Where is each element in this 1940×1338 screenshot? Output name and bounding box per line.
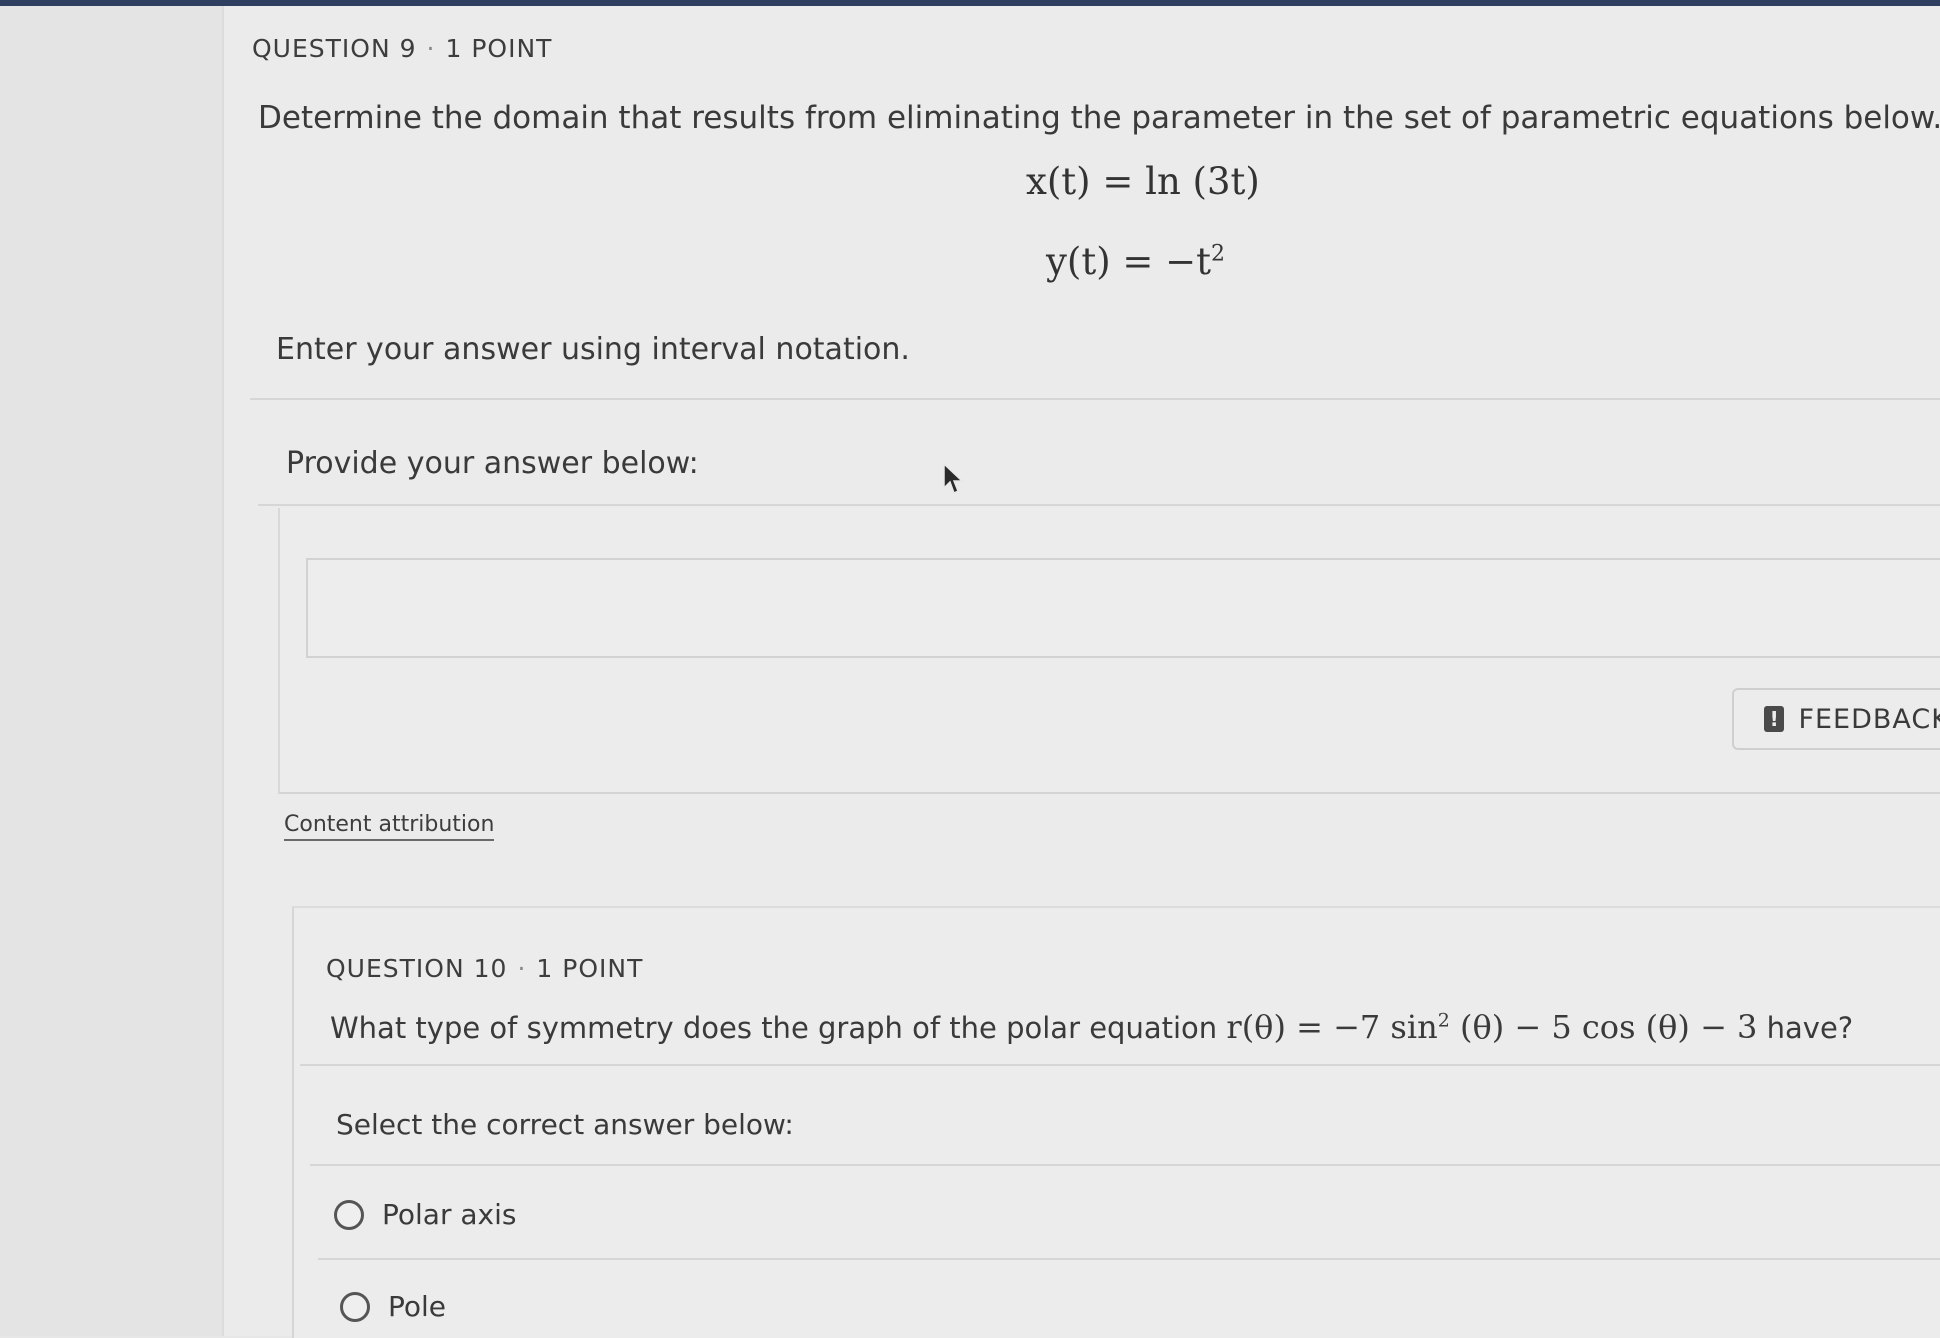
- exclamation-speech-icon: !: [1764, 706, 1785, 732]
- header-separator: ·: [517, 954, 527, 983]
- content-attribution-link[interactable]: Content attribution: [284, 812, 495, 841]
- divider: [318, 1258, 1940, 1260]
- polar-equation-rest: (θ) − 5 cos (θ) − 3: [1459, 1008, 1758, 1046]
- question-points: 1 POINT: [536, 954, 644, 983]
- radio-button[interactable]: [334, 1199, 364, 1230]
- option-label: Pole: [388, 1290, 447, 1323]
- divider: [310, 1164, 1940, 1166]
- question-10-header: QUESTION 10 · 1 POINT: [326, 954, 643, 983]
- question-9-prompt: Determine the domain that results from e…: [258, 100, 1940, 136]
- polar-equation-main: r(θ) = −7 sin: [1226, 1008, 1438, 1046]
- mouse-cursor-icon: [943, 462, 964, 495]
- question-number: QUESTION 9: [252, 34, 417, 63]
- option-pole[interactable]: Pole: [340, 1290, 446, 1323]
- option-polar-axis[interactable]: Polar axis: [334, 1198, 516, 1231]
- equation-y: y(t) = −t2: [1046, 240, 1225, 283]
- answer-label: Provide your answer below:: [286, 446, 699, 481]
- divider: [300, 1064, 1940, 1066]
- question-9-header: QUESTION 9 · 1 POINT: [252, 34, 552, 63]
- prompt-text-end: have?: [1766, 1011, 1854, 1045]
- equation-y-base: y(t) = −t: [1046, 240, 1212, 283]
- polar-equation-exponent: 2: [1437, 1009, 1450, 1032]
- equation-x: x(t) = ln (3t): [1026, 160, 1260, 203]
- feedback-label: FEEDBACK: [1798, 703, 1940, 735]
- divider: [258, 504, 1940, 506]
- answer-input[interactable]: [306, 558, 1940, 658]
- question-number: QUESTION 10: [326, 954, 508, 983]
- left-gutter: [0, 6, 222, 1336]
- radio-button[interactable]: [340, 1291, 370, 1322]
- interval-instruction: Enter your answer using interval notatio…: [276, 332, 910, 367]
- divider: [250, 398, 1940, 400]
- header-separator: ·: [426, 34, 436, 63]
- polar-equation: r(θ) = −7 sin2 (θ) − 5 cos (θ) − 3: [1226, 1008, 1757, 1046]
- prompt-text: What type of symmetry does the graph of …: [330, 1011, 1218, 1045]
- question-10-prompt: What type of symmetry does the graph of …: [330, 1008, 1853, 1046]
- option-label: Polar axis: [382, 1198, 517, 1231]
- feedback-button[interactable]: ! FEEDBACK: [1732, 688, 1940, 750]
- question-points: 1 POINT: [445, 34, 553, 63]
- equation-y-exponent: 2: [1211, 241, 1226, 267]
- select-label: Select the correct answer below:: [336, 1108, 794, 1141]
